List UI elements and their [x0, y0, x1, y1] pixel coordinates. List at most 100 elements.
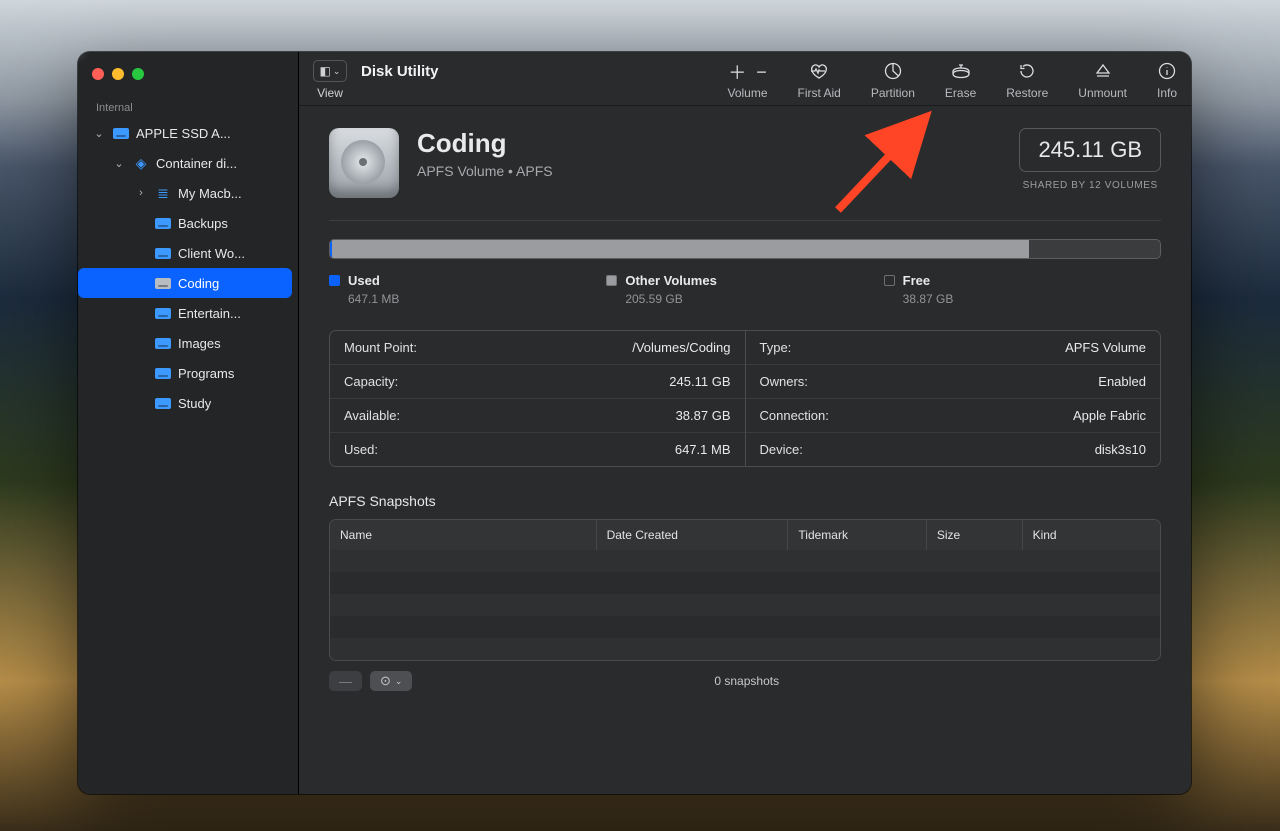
remove-volume-button[interactable]: −	[756, 62, 767, 83]
usage-segment-other	[332, 240, 1028, 258]
detail-row: Owners:Enabled	[746, 365, 1161, 399]
sidebar-item[interactable]: Study	[78, 388, 298, 418]
legend-free-value: 38.87 GB	[903, 292, 1161, 306]
erase-button[interactable]: Erase	[945, 60, 976, 100]
detail-value: Apple Fabric	[1073, 408, 1146, 423]
maximize-button[interactable]	[132, 68, 144, 80]
info-icon	[1158, 60, 1176, 82]
volume-name: Coding	[417, 128, 553, 159]
snapshots-body	[330, 550, 1160, 660]
partition-button[interactable]: Partition	[871, 60, 915, 100]
sidebar-item[interactable]: ⌄◈Container di...	[78, 148, 298, 178]
usage-legend: Used 647.1 MB Other Volumes 205.59 GB Fr…	[329, 273, 1161, 306]
col-date[interactable]: Date Created	[597, 520, 789, 550]
detail-row: Device: disk3s10	[746, 433, 1161, 466]
col-kind[interactable]: Kind	[1023, 520, 1160, 550]
detail-row: Capacity:245.11 GB	[330, 365, 745, 399]
detail-value: 38.87 GB	[676, 408, 731, 423]
detail-value: /Volumes/Coding	[632, 340, 730, 355]
remove-snapshot-button[interactable]: —	[329, 671, 362, 691]
sidebar-section-header: Internal	[78, 92, 298, 118]
sidebar-tree: ⌄ APPLE SSD A... ⌄◈Container di... › ≣ My Mac…	[78, 118, 298, 418]
capacity-box: 245.11 GB	[1019, 128, 1161, 172]
first-aid-icon	[809, 60, 829, 82]
detail-key: Device:	[760, 442, 803, 457]
toolbar: ◧⌄ View Disk Utility ＋ − Volume First Ai…	[299, 52, 1191, 106]
disk-icon	[154, 218, 172, 229]
sidebar-item[interactable]: Entertain...	[78, 298, 298, 328]
swatch-free	[884, 275, 895, 286]
view-selector[interactable]: ◧⌄ View	[313, 60, 347, 100]
volume-subtitle: APFS Volume • APFS	[417, 163, 553, 179]
snapshots-title: APFS Snapshots	[329, 493, 1161, 509]
volume-group-icon: ≣	[154, 185, 172, 202]
col-tide[interactable]: Tidemark	[788, 520, 926, 550]
sidebar-item-label: Coding	[178, 276, 219, 291]
sidebar-item[interactable]: Backups	[78, 208, 298, 238]
sidebar-item-label: APPLE SSD A...	[136, 126, 231, 141]
swatch-used	[329, 275, 340, 286]
disclosure-icon[interactable]: ›	[134, 187, 148, 199]
sidebar: Internal ⌄ APPLE SSD A... ⌄◈Container di..…	[78, 52, 298, 794]
info-button[interactable]: Info	[1157, 60, 1177, 100]
detail-key: Mount Point:	[344, 340, 417, 355]
detail-value: Enabled	[1098, 374, 1146, 389]
col-size[interactable]: Size	[927, 520, 1023, 550]
sidebar-item[interactable]: Programs	[78, 358, 298, 388]
close-button[interactable]	[92, 68, 104, 80]
sidebar-item-label: Entertain...	[178, 306, 241, 321]
detail-value: APFS Volume	[1065, 340, 1146, 355]
disk-icon	[154, 398, 172, 409]
swatch-other	[606, 275, 617, 286]
detail-row: Mount Point: /Volumes/Coding	[330, 331, 745, 365]
sidebar-item[interactable]: Client Wo...	[78, 238, 298, 268]
legend-other-value: 205.59 GB	[625, 292, 883, 306]
sidebar-item[interactable]: ⌄ APPLE SSD A...	[78, 118, 298, 148]
sidebar-item-label: Client Wo...	[178, 246, 245, 261]
disclosure-icon[interactable]: ⌄	[112, 157, 126, 170]
detail-key: Used:	[344, 442, 378, 457]
first-aid-button[interactable]: First Aid	[798, 60, 841, 100]
snapshot-actions-button[interactable]: ⊙ ⌄	[370, 671, 412, 691]
erase-icon	[950, 60, 972, 82]
legend-used-value: 647.1 MB	[348, 292, 606, 306]
legend-free-label: Free	[903, 273, 930, 288]
restore-button[interactable]: Restore	[1006, 60, 1048, 100]
capacity-value: 245.11 GB	[1038, 137, 1142, 163]
app-title: Disk Utility	[361, 63, 439, 80]
detail-value: disk3s10	[1095, 442, 1146, 457]
usage-bar	[329, 239, 1161, 259]
unmount-button[interactable]: Unmount	[1078, 60, 1127, 100]
snapshots-header[interactable]: Name Date Created Tidemark Size Kind	[330, 520, 1160, 550]
sidebar-item-label: Programs	[178, 366, 234, 381]
col-name[interactable]: Name	[330, 520, 597, 550]
detail-key: Type:	[760, 340, 792, 355]
sidebar-item[interactable]: › ≣ My Macb...	[78, 178, 298, 208]
window-controls	[78, 52, 298, 92]
detail-key: Available:	[344, 408, 400, 423]
minimize-button[interactable]	[112, 68, 124, 80]
details-box: Mount Point: /Volumes/Coding Capacity:245.…	[329, 330, 1161, 467]
disk-icon	[112, 128, 130, 139]
sidebar-item-label: Images	[178, 336, 221, 351]
disk-icon	[154, 338, 172, 349]
usage-segment-free	[1029, 240, 1160, 258]
sidebar-item-label: Container di...	[156, 156, 237, 171]
disclosure-icon[interactable]: ⌄	[92, 127, 106, 140]
legend-other-label: Other Volumes	[625, 273, 717, 288]
content-area: ◧⌄ View Disk Utility ＋ − Volume First Ai…	[298, 52, 1191, 794]
sidebar-item-label: My Macb...	[178, 186, 242, 201]
sidebar-item[interactable]: Images	[78, 328, 298, 358]
legend-used-label: Used	[348, 273, 380, 288]
sidebar-icon: ◧	[320, 64, 331, 78]
detail-row: Available: 38.87 GB	[330, 399, 745, 433]
restore-icon	[1018, 60, 1036, 82]
snapshot-count: 0 snapshots	[420, 674, 1073, 688]
sidebar-item[interactable]: Coding	[78, 268, 292, 298]
add-volume-button[interactable]: ＋	[728, 59, 746, 85]
detail-row: Connection:Apple Fabric	[746, 399, 1161, 433]
disk-icon	[154, 278, 172, 289]
disk-utility-window: Internal ⌄ APPLE SSD A... ⌄◈Container di..…	[78, 52, 1191, 794]
volume-controls: ＋ − Volume	[727, 60, 767, 100]
detail-value: 245.11 GB	[669, 374, 730, 389]
